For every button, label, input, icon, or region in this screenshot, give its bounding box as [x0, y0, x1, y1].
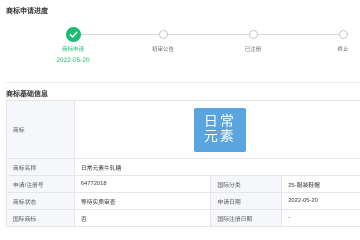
pending-dot-icon: [338, 30, 348, 39]
step-registered: 已注册: [218, 22, 288, 53]
trademark-status-value: 等待实质审查: [73, 192, 212, 210]
trademark-label: 商标: [6, 100, 75, 159]
application-date-value: 2022-05-20: [281, 192, 360, 210]
trademark-logo-text: 日常元素: [203, 113, 236, 145]
international-class-label: 国际分类: [210, 175, 283, 193]
table-row: 商标名称 日常元素牛轧糖: [6, 158, 360, 176]
step-label: 终止: [337, 47, 349, 53]
progress-track: [73, 34, 343, 35]
trademark-logo[interactable]: 日常元素: [193, 107, 246, 152]
international-trademark-label: 国际商标: [6, 209, 75, 227]
basic-info-table: 商标 日常元素 商标名称 日常元素牛轧糖 申请/注册号 64772018 国际分…: [6, 100, 360, 227]
international-trademark-value: 否: [73, 209, 212, 227]
table-row: 国际商标 否 国际注册日期 -: [6, 209, 360, 227]
step-preliminary-announcement: 初审公告: [128, 22, 198, 53]
basic-info-section-title: 商标基础信息: [6, 91, 48, 98]
table-row: 商标状态 等待实质审查 申请日期 2022-05-20: [6, 192, 360, 210]
step-label: 已注册: [244, 47, 262, 53]
international-registration-date-value: -: [281, 209, 360, 227]
progress-section-title: 商标申请进度: [6, 8, 48, 15]
registration-number-value: 64772018: [73, 175, 212, 193]
application-progress: 商标申请 2022-05-20 初审公告 已注册 终止: [0, 22, 360, 74]
registration-number-label: 申请/注册号: [6, 175, 75, 193]
check-icon: [65, 27, 81, 42]
step-label: 商标申请: [61, 47, 84, 53]
pending-dot-icon: [248, 30, 258, 39]
application-date-label: 申请日期: [210, 192, 283, 210]
trademark-name-value: 日常元素牛轧糖: [73, 158, 360, 176]
step-label: 初审公告: [151, 47, 174, 53]
trademark-image-cell: 日常元素: [73, 100, 360, 159]
trademark-status-label: 商标状态: [6, 192, 75, 210]
trademark-name-label: 商标名称: [6, 158, 75, 176]
step-terminated: 终止: [308, 22, 360, 53]
step-date: 2022-05-20: [56, 57, 90, 64]
international-class-value: 25-服装鞋帽: [281, 175, 360, 193]
pending-dot-icon: [158, 30, 168, 39]
section-divider: [6, 82, 360, 83]
table-row: 商标 日常元素: [6, 100, 360, 159]
international-registration-date-label: 国际注册日期: [210, 209, 283, 227]
step-application: 商标申请 2022-05-20: [38, 22, 108, 64]
table-row: 申请/注册号 64772018 国际分类 25-服装鞋帽: [6, 175, 360, 193]
